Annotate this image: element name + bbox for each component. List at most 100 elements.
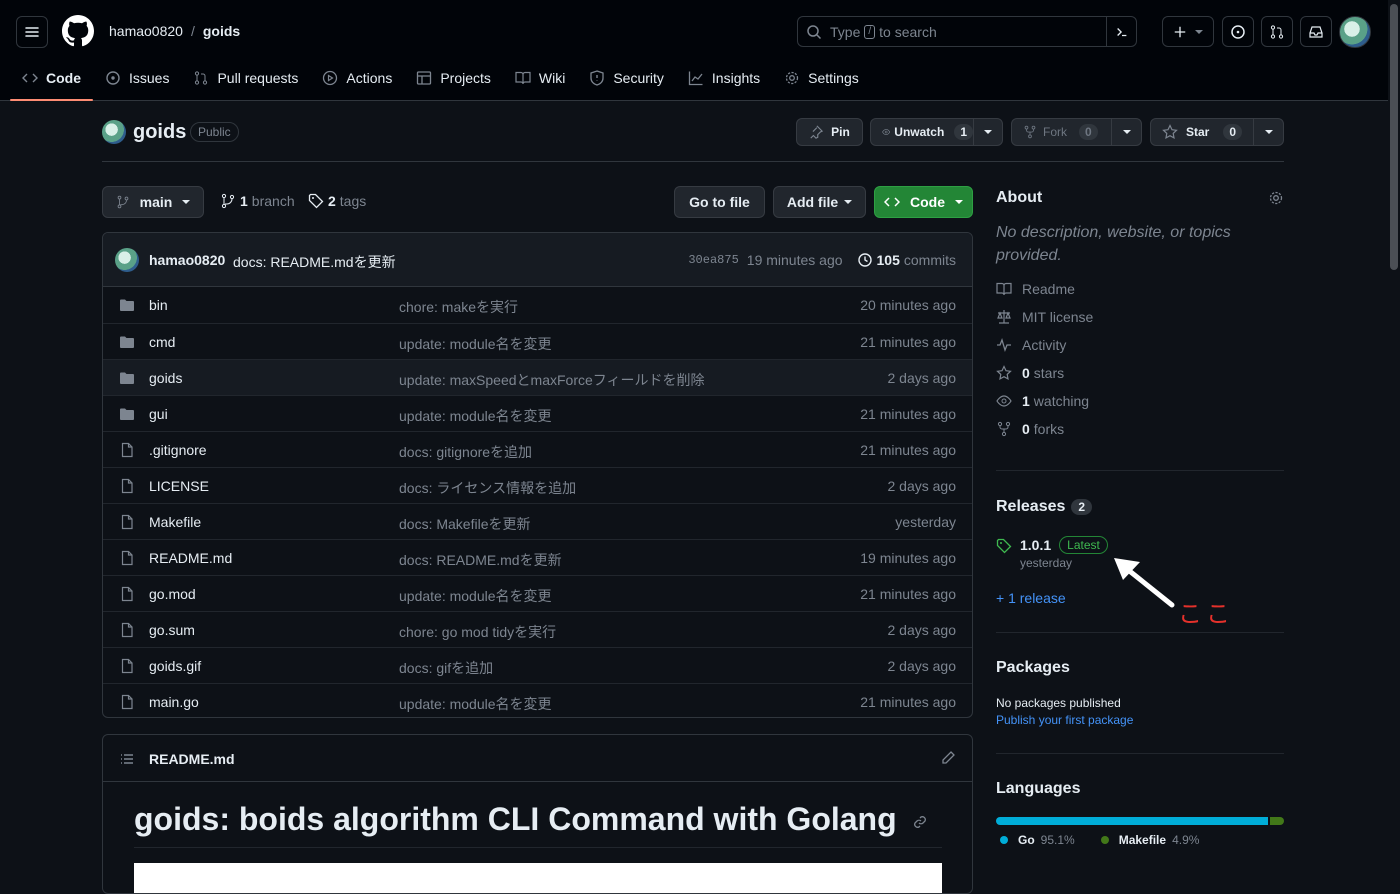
- unwatch-button[interactable]: Unwatch 1: [870, 118, 1003, 146]
- file-commit-message[interactable]: update: module名を変更: [399, 334, 552, 354]
- file-name[interactable]: gui: [149, 406, 168, 422]
- file-row[interactable]: bin chore: makeを実行 20 minutes ago: [103, 287, 972, 323]
- file-row[interactable]: go.mod update: module名を変更 21 minutes ago: [103, 575, 972, 611]
- file-name[interactable]: go.mod: [149, 586, 196, 602]
- star-button[interactable]: Star 0: [1150, 118, 1284, 146]
- more-releases-link[interactable]: + 1 release: [996, 590, 1066, 606]
- publish-package-link[interactable]: Publish your first package: [996, 713, 1284, 727]
- commit-message[interactable]: docs: README.mdを更新: [233, 252, 396, 272]
- file-commit-message[interactable]: update: maxSpeedとmaxForceフィールドを削除: [399, 370, 704, 390]
- branch-selector[interactable]: main: [102, 186, 204, 218]
- unwatch-dropdown[interactable]: [973, 119, 1002, 145]
- file-icon: [121, 478, 133, 494]
- watchers-count: 1: [954, 124, 973, 140]
- activity-link[interactable]: Activity: [996, 331, 1284, 359]
- commit-author[interactable]: hamao0820: [149, 252, 225, 268]
- issues-button[interactable]: [1222, 16, 1254, 47]
- tags-link[interactable]: 2 tags: [308, 193, 366, 209]
- pencil-icon[interactable]: [940, 750, 956, 766]
- file-row[interactable]: LICENSE docs: ライセンス情報を追加 2 days ago: [103, 467, 972, 503]
- file-name[interactable]: main.go: [149, 694, 199, 710]
- scrollbar-track[interactable]: [1388, 0, 1400, 875]
- tab-pull-requests[interactable]: Pull requests: [181, 62, 310, 94]
- scrollbar-thumb[interactable]: [1390, 4, 1398, 270]
- file-row[interactable]: README.md docs: README.mdを更新 19 minutes ag…: [103, 539, 972, 575]
- go-to-file-button[interactable]: Go to file: [674, 186, 765, 218]
- file-commit-message[interactable]: docs: README.mdを更新: [399, 550, 562, 570]
- file-name[interactable]: bin: [149, 297, 168, 313]
- tab-settings[interactable]: Settings: [772, 62, 871, 94]
- pin-button[interactable]: Pin: [796, 118, 863, 146]
- packages-title[interactable]: Packages: [996, 659, 1284, 677]
- tab-issues[interactable]: Issues: [93, 62, 181, 94]
- file-row[interactable]: go.sum chore: go mod tidyを実行 2 days ago: [103, 611, 972, 647]
- file-commit-message[interactable]: docs: ライセンス情報を追加: [399, 478, 576, 498]
- file-row[interactable]: cmd update: module名を変更 21 minutes ago: [103, 323, 972, 359]
- fork-dropdown[interactable]: [1111, 119, 1141, 145]
- code-button[interactable]: Code: [874, 186, 973, 218]
- search-input[interactable]: Type / to search: [797, 16, 1137, 47]
- language-item[interactable]: Go 95.1%: [996, 833, 1075, 847]
- license-link[interactable]: MIT license: [996, 303, 1284, 331]
- file-name[interactable]: .gitignore: [149, 442, 207, 458]
- file-name[interactable]: Makefile: [149, 514, 201, 530]
- file-name[interactable]: goids.gif: [149, 658, 201, 674]
- file-commit-message[interactable]: update: module名を変更: [399, 586, 552, 606]
- stars-link[interactable]: 0 stars: [996, 359, 1284, 387]
- commit-author-avatar[interactable]: [115, 248, 139, 272]
- link-icon[interactable]: [912, 814, 928, 830]
- tab-label: Code: [46, 70, 81, 86]
- file-row[interactable]: gui update: module名を変更 21 minutes ago: [103, 395, 972, 431]
- commit-sha[interactable]: 30ea875: [688, 253, 738, 267]
- star-dropdown[interactable]: [1253, 119, 1283, 145]
- repo-title[interactable]: goids: [133, 121, 186, 144]
- tab-wiki[interactable]: Wiki: [503, 62, 577, 94]
- file-name[interactable]: go.sum: [149, 622, 195, 638]
- file-row[interactable]: goids update: maxSpeedとmaxForceフィールドを削除 2 …: [103, 359, 972, 395]
- file-row[interactable]: goids.gif docs: gifを追加 2 days ago: [103, 647, 972, 683]
- file-commit-message[interactable]: docs: gitignoreを追加: [399, 442, 532, 462]
- file-row[interactable]: main.go update: module名を変更 21 minutes ago: [103, 683, 972, 717]
- user-avatar[interactable]: [1339, 16, 1371, 48]
- readme-filename[interactable]: README.md: [149, 751, 235, 767]
- tab-projects[interactable]: Projects: [404, 62, 503, 94]
- menu-button[interactable]: [16, 16, 48, 48]
- watching-link[interactable]: 1 watching: [996, 387, 1284, 415]
- inbox-button[interactable]: [1300, 16, 1332, 47]
- language-item[interactable]: Makefile 4.9%: [1097, 833, 1199, 847]
- fork-button[interactable]: Fork 0: [1011, 118, 1142, 146]
- tab-code[interactable]: Code: [10, 62, 93, 101]
- owner-link[interactable]: hamao0820: [109, 23, 183, 39]
- file-commit-message[interactable]: update: module名を変更: [399, 694, 552, 714]
- command-palette-button[interactable]: [1106, 17, 1136, 46]
- file-name[interactable]: cmd: [149, 334, 175, 350]
- file-name[interactable]: LICENSE: [149, 478, 209, 494]
- file-name[interactable]: goids: [149, 370, 182, 386]
- branches-link[interactable]: 1 branch: [220, 193, 295, 209]
- tab-security[interactable]: Security: [577, 62, 676, 94]
- forks-link[interactable]: 0 forks: [996, 415, 1284, 443]
- releases-heading[interactable]: Releases 2: [996, 498, 1284, 516]
- tab-actions[interactable]: Actions: [310, 62, 404, 94]
- repo-owner-avatar[interactable]: [102, 120, 126, 144]
- pull-requests-button[interactable]: [1261, 16, 1293, 47]
- file-row[interactable]: Makefile docs: Makefileを更新 yesterday: [103, 503, 972, 539]
- create-new-button[interactable]: [1162, 16, 1214, 47]
- file-commit-message[interactable]: chore: go mod tidyを実行: [399, 622, 556, 642]
- list-unordered-icon[interactable]: [119, 751, 135, 767]
- latest-release[interactable]: 1.0.1 Latest yesterday: [996, 536, 1108, 570]
- repo-link[interactable]: goids: [203, 23, 240, 39]
- readme-link[interactable]: Readme: [996, 275, 1284, 303]
- github-logo-icon[interactable]: [62, 15, 94, 47]
- file-name[interactable]: README.md: [149, 550, 232, 566]
- tab-insights[interactable]: Insights: [676, 62, 772, 94]
- file-commit-message[interactable]: update: module名を変更: [399, 406, 552, 426]
- commits-link[interactable]: 105 commits: [857, 252, 956, 268]
- file-commit-message[interactable]: docs: gifを追加: [399, 658, 493, 678]
- file-commit-message[interactable]: docs: Makefileを更新: [399, 514, 530, 534]
- language-bar-segment: [996, 817, 1268, 825]
- add-file-button[interactable]: Add file: [773, 186, 866, 218]
- file-commit-message[interactable]: chore: makeを実行: [399, 297, 518, 317]
- file-row[interactable]: .gitignore docs: gitignoreを追加 21 minutes a…: [103, 431, 972, 467]
- gear-icon[interactable]: [1268, 190, 1284, 206]
